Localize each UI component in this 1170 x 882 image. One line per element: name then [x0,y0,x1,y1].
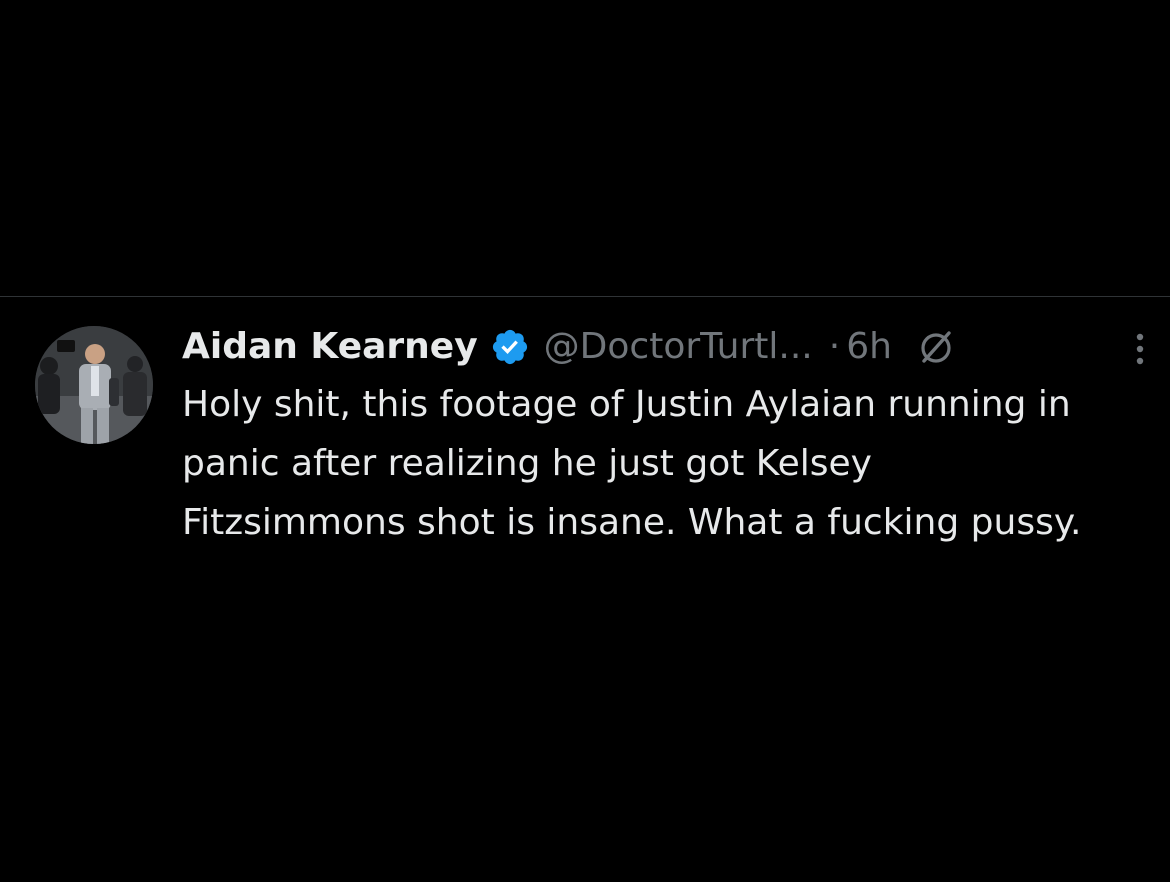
avatar-image [35,326,153,444]
tweet[interactable]: Aidan Kearney @DoctorTurtl... · 6h Holy … [0,297,1170,882]
tweet-text: Holy shit, this footage of Justin Aylaia… [182,384,1082,543]
timestamp[interactable]: 6h [846,321,892,373]
tweet-header: Aidan Kearney @DoctorTurtl... · 6h [182,321,1144,373]
author-handle[interactable]: @DoctorTurtl... [544,321,813,373]
grok-icon[interactable] [916,327,956,367]
more-icon[interactable] [1125,329,1155,369]
tweet-content: Aidan Kearney @DoctorTurtl... · 6h Holy … [182,321,1144,552]
avatar[interactable] [35,326,153,444]
author-name[interactable]: Aidan Kearney [182,321,478,373]
separator-dot: · [828,326,841,367]
verified-badge-icon [490,327,530,367]
